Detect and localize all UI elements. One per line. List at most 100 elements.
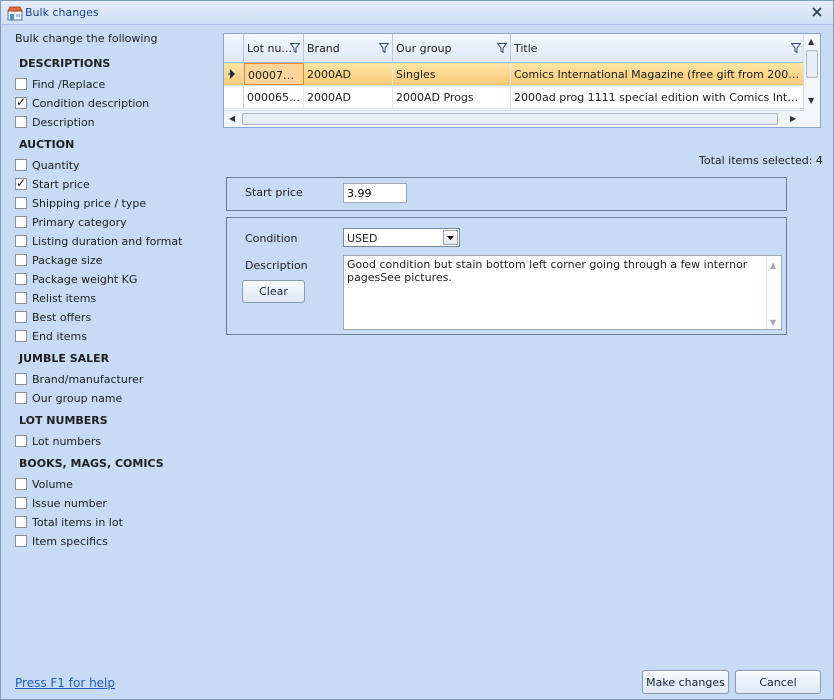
option-total-items-in-lot[interactable]: Total items in lot <box>15 514 123 530</box>
column-header-our-group[interactable]: Our group <box>393 34 511 63</box>
cell-brand[interactable]: 2000AD <box>304 63 393 85</box>
column-header-label: Lot nu... <box>247 42 292 55</box>
option-label: Brand/manufacturer <box>32 372 144 386</box>
scroll-left-icon[interactable]: ◀ <box>229 114 235 123</box>
checkbox[interactable] <box>15 330 27 342</box>
option-listing-duration[interactable]: Listing duration and format <box>15 233 182 249</box>
checkbox-checked[interactable] <box>15 176 27 190</box>
option-label: Issue number <box>32 496 107 510</box>
selected-items-grid[interactable]: Lot nu... Brand Our group Title 00007843… <box>223 33 821 128</box>
option-condition-description[interactable]: Condition description <box>15 95 149 111</box>
option-brand-manufacturer[interactable]: Brand/manufacturer <box>15 371 143 387</box>
checkbox[interactable] <box>15 478 27 490</box>
condition-panel: Condition USED Description Clear Good co… <box>226 217 787 335</box>
scroll-up-icon[interactable]: ▲ <box>808 37 814 46</box>
checkbox[interactable] <box>15 497 27 509</box>
title-bar[interactable]: Bulk changes <box>1 1 833 25</box>
cell-title[interactable]: Comics International Magazine (free gift… <box>511 63 804 85</box>
grid-vertical-scrollbar[interactable]: ▲ ▼ <box>803 34 820 127</box>
textarea-scrollbar[interactable]: ▲ ▼ <box>766 256 781 329</box>
grid-horizontal-scrollbar[interactable]: ◀ ▶ <box>224 110 804 127</box>
start-price-input[interactable] <box>343 183 407 203</box>
dropdown-button[interactable] <box>443 230 458 245</box>
option-end-items[interactable]: End items <box>15 328 87 344</box>
vertical-scroll-thumb[interactable] <box>806 50 818 78</box>
cell-group[interactable]: 2000AD Progs <box>393 86 511 108</box>
description-textarea[interactable]: Good condition but stain bottom left cor… <box>343 255 782 330</box>
start-price-label: Start price <box>245 186 303 199</box>
filter-icon[interactable] <box>791 43 801 53</box>
cell-brand[interactable]: 2000AD <box>304 86 393 108</box>
option-relist-items[interactable]: Relist items <box>15 290 96 306</box>
cell-title[interactable]: 2000ad prog 1111 special edition with Co… <box>511 86 804 108</box>
option-label: Condition description <box>32 96 150 110</box>
grid-header: Lot nu... Brand Our group Title <box>224 34 804 63</box>
option-lot-numbers[interactable]: Lot numbers <box>15 433 101 449</box>
clear-button[interactable]: Clear <box>242 280 305 303</box>
section-title-books-mags-comics: BOOKS, MAGS, COMICS <box>19 457 164 470</box>
option-start-price[interactable]: Start price <box>15 176 90 192</box>
filter-icon[interactable] <box>290 43 300 53</box>
cell-lot[interactable]: 00007843 <box>244 63 304 85</box>
scroll-right-icon[interactable]: ▶ <box>790 114 796 123</box>
filter-icon[interactable] <box>497 43 507 53</box>
option-label: Total items in lot <box>32 515 123 529</box>
checkbox-checked[interactable] <box>15 95 27 109</box>
table-row[interactable]: 00007843 2000AD Singles Comics Internati… <box>224 63 804 86</box>
checkbox[interactable] <box>15 216 27 228</box>
option-our-group-name[interactable]: Our group name <box>15 390 122 406</box>
cancel-button[interactable]: Cancel <box>735 670 821 694</box>
section-title-lot-numbers: LOT NUMBERS <box>19 414 108 427</box>
help-link[interactable]: Press F1 for help <box>15 676 115 690</box>
scroll-up-icon[interactable]: ▲ <box>770 259 776 272</box>
option-item-specifics[interactable]: Item specifics <box>15 533 108 549</box>
option-best-offers[interactable]: Best offers <box>15 309 91 325</box>
checkbox[interactable] <box>15 435 27 447</box>
option-label: Quantity <box>32 158 80 172</box>
option-shipping-price[interactable]: Shipping price / type <box>15 195 146 211</box>
checkbox[interactable] <box>15 273 27 285</box>
condition-select[interactable]: USED <box>343 228 460 247</box>
scroll-down-icon[interactable]: ▼ <box>808 96 814 105</box>
checkbox[interactable] <box>15 78 27 90</box>
column-header-label: Title <box>514 42 538 55</box>
cell-group[interactable]: Singles <box>393 63 511 85</box>
column-header-brand[interactable]: Brand <box>304 34 393 63</box>
description-label: Description <box>245 259 308 272</box>
checkbox[interactable] <box>15 373 27 385</box>
column-header-title[interactable]: Title <box>511 34 804 63</box>
table-row[interactable]: 00006512 2000AD 2000AD Progs 2000ad prog… <box>224 86 804 109</box>
option-package-size[interactable]: Package size <box>15 252 102 268</box>
checkbox[interactable] <box>15 516 27 528</box>
checkbox[interactable] <box>15 254 27 266</box>
bulk-options-heading: Bulk change the following <box>15 32 158 45</box>
filter-icon[interactable] <box>379 43 389 53</box>
checkbox[interactable] <box>15 292 27 304</box>
app-shop-icon <box>7 6 23 21</box>
make-changes-button[interactable]: Make changes <box>642 670 729 694</box>
scroll-down-icon[interactable]: ▼ <box>770 316 776 329</box>
option-volume[interactable]: Volume <box>15 476 73 492</box>
checkbox[interactable] <box>15 311 27 323</box>
option-quantity[interactable]: Quantity <box>15 157 80 173</box>
option-label: Package size <box>32 253 103 267</box>
checkbox[interactable] <box>15 116 27 128</box>
column-header-label: Brand <box>307 42 340 55</box>
option-issue-number[interactable]: Issue number <box>15 495 107 511</box>
option-label: Description <box>32 115 95 129</box>
checkbox[interactable] <box>15 159 27 171</box>
option-description[interactable]: Description <box>15 114 95 130</box>
checkbox[interactable] <box>15 235 27 247</box>
option-label: Listing duration and format <box>32 234 183 248</box>
close-icon[interactable] <box>809 4 825 20</box>
checkbox[interactable] <box>15 392 27 404</box>
row-indicator <box>224 63 244 85</box>
option-find-replace[interactable]: Find /Replace <box>15 76 105 92</box>
cell-lot[interactable]: 00006512 <box>244 86 304 108</box>
checkbox[interactable] <box>15 535 27 547</box>
column-header-lot[interactable]: Lot nu... <box>244 34 304 63</box>
checkbox[interactable] <box>15 197 27 209</box>
horizontal-scroll-thumb[interactable] <box>242 113 778 125</box>
option-primary-category[interactable]: Primary category <box>15 214 127 230</box>
option-package-weight[interactable]: Package weight KG <box>15 271 137 287</box>
